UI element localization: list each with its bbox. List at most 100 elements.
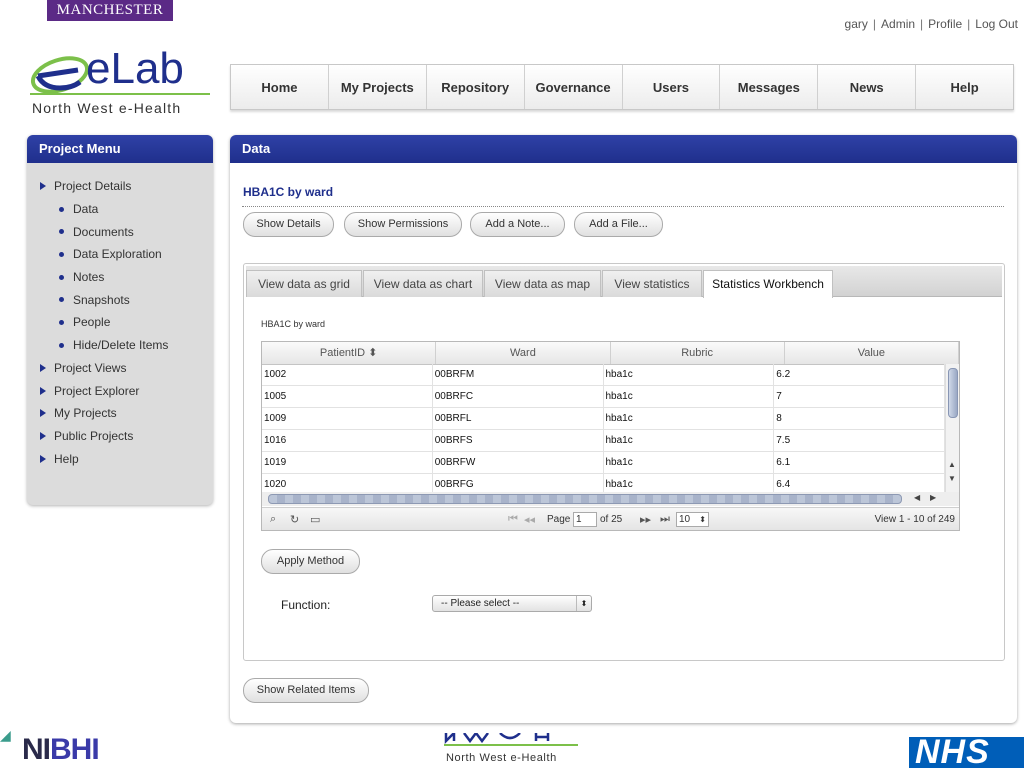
- nav-repository[interactable]: Repository: [427, 65, 525, 109]
- sidebar-item-notes[interactable]: Notes: [27, 266, 213, 289]
- cell-value: 6.1: [774, 452, 945, 473]
- nibhi-logo: NIBHI: [22, 733, 100, 767]
- function-select-value: -- Please select --: [441, 598, 520, 609]
- nav-messages[interactable]: Messages: [720, 65, 819, 109]
- scroll-down-icon[interactable]: ▼: [948, 474, 956, 483]
- column-header-ward[interactable]: Ward: [436, 342, 611, 364]
- nav-my-projects[interactable]: My Projects: [329, 65, 427, 109]
- scroll-left-icon[interactable]: ◀: [914, 493, 920, 502]
- cell-ward: 00BRFM: [433, 364, 604, 385]
- item-title: HBA1C by ward: [243, 185, 334, 199]
- tab-view-data-as-map[interactable]: View data as map: [484, 270, 601, 297]
- admin-link[interactable]: Admin: [881, 17, 915, 31]
- sidebar-item-my-projects[interactable]: My Projects: [27, 402, 213, 425]
- nav-governance[interactable]: Governance: [525, 65, 623, 109]
- column-header-patientid[interactable]: PatientID ⬍: [262, 342, 437, 364]
- cell-ward: 00BRFW: [433, 452, 604, 473]
- sidebar-item-label: Notes: [73, 270, 105, 285]
- last-page-icon[interactable]: ⏭: [660, 513, 670, 526]
- sidebar-item-snapshots[interactable]: Snapshots: [27, 288, 213, 311]
- sidebar-item-project-explorer[interactable]: Project Explorer: [27, 379, 213, 402]
- rows-per-page-value: 10: [679, 514, 691, 525]
- sidebar-item-project-views[interactable]: Project Views: [27, 357, 213, 380]
- sidebar-item-label: Documents: [73, 224, 134, 239]
- nwe-logo-text: North West e-Health: [446, 752, 557, 764]
- show-permissions-button[interactable]: Show Permissions: [344, 212, 462, 237]
- cell-rubric: hba1c: [604, 364, 775, 385]
- nwe-logo-mark: [444, 733, 578, 746]
- column-header-rubric[interactable]: Rubric: [611, 342, 785, 364]
- apply-method-button[interactable]: Apply Method: [261, 549, 360, 574]
- cell-rubric: hba1c: [604, 386, 775, 407]
- cell-ward: 00BRFS: [433, 430, 604, 451]
- table-row[interactable]: 1005 00BRFC hba1c 7: [262, 386, 945, 408]
- nav-home[interactable]: Home: [231, 65, 329, 109]
- profile-link[interactable]: Profile: [928, 17, 962, 31]
- refresh-icon[interactable]: ↻: [290, 513, 299, 526]
- next-page-icon[interactable]: ▸▸: [640, 513, 651, 526]
- table-row[interactable]: 1019 00BRFW hba1c 6.1: [262, 452, 945, 474]
- sidebar-item-documents[interactable]: Documents: [27, 220, 213, 243]
- view-record-count: View 1 - 10 of 249: [874, 514, 955, 525]
- first-page-icon[interactable]: ⏮: [508, 513, 518, 526]
- logout-link[interactable]: Log Out: [975, 17, 1018, 31]
- sidebar-item-label: Help: [54, 451, 79, 466]
- cell-value: 7: [774, 386, 945, 407]
- nav-news[interactable]: News: [818, 65, 917, 109]
- data-grid: PatientID ⬍ Ward Rubric Value 1002 00BRFM…: [261, 341, 960, 531]
- divider: [242, 206, 1004, 207]
- grid-horizontal-scrollbar[interactable]: ◀ ▶: [262, 492, 959, 506]
- tab-statistics-workbench[interactable]: Statistics Workbench: [703, 270, 833, 298]
- select-arrows-icon: ⬍: [576, 596, 591, 611]
- tab-view-data-as-grid[interactable]: View data as grid: [246, 270, 362, 297]
- cell-rubric: hba1c: [604, 408, 775, 429]
- cell-patientid: 1005: [262, 386, 433, 407]
- grid-vertical-scrollbar[interactable]: ▲ ▼: [945, 364, 959, 492]
- sidebar-item-people[interactable]: People: [27, 311, 213, 334]
- horizontal-scroll-thumb[interactable]: [268, 494, 902, 504]
- main-navigation: Home My Projects Repository Governance U…: [230, 64, 1014, 110]
- nav-users[interactable]: Users: [623, 65, 721, 109]
- user-name-link[interactable]: gary: [845, 17, 868, 31]
- show-related-items-button[interactable]: Show Related Items: [243, 678, 369, 703]
- sidebar-item-help[interactable]: Help: [27, 447, 213, 470]
- sidebar-item-project-details[interactable]: Project Details: [27, 175, 213, 198]
- sidebar-item-hide-delete-items[interactable]: Hide/Delete Items: [27, 334, 213, 357]
- table-row[interactable]: 1002 00BRFM hba1c 6.2: [262, 364, 945, 386]
- project-menu-title: Project Menu: [27, 135, 213, 163]
- cell-rubric: hba1c: [604, 452, 775, 473]
- cell-ward: 00BRFL: [433, 408, 604, 429]
- nibhi-logo-prefix: NI: [22, 733, 51, 766]
- sidebar-item-data[interactable]: Data: [27, 198, 213, 221]
- elab-logo-text: eLab: [86, 44, 184, 93]
- cell-patientid: 1019: [262, 452, 433, 473]
- sidebar-item-label: Hide/Delete Items: [73, 338, 169, 353]
- columns-icon[interactable]: ▭: [310, 513, 320, 526]
- rows-per-page-select[interactable]: 10 ⬍: [676, 512, 709, 527]
- sidebar-item-label: Public Projects: [54, 428, 134, 443]
- sidebar-item-data-exploration[interactable]: Data Exploration: [27, 243, 213, 266]
- add-file-button[interactable]: Add a File...: [574, 212, 663, 237]
- tab-view-statistics[interactable]: View statistics: [602, 270, 702, 297]
- add-note-button[interactable]: Add a Note...: [470, 212, 565, 237]
- show-details-button[interactable]: Show Details: [243, 212, 334, 237]
- scroll-up-icon[interactable]: ▲: [948, 460, 956, 469]
- table-row[interactable]: 1016 00BRFS hba1c 7.5: [262, 430, 945, 452]
- data-panel: Data HBA1C by ward Show Details Show Per…: [230, 135, 1017, 723]
- triangle-right-icon: [40, 182, 46, 191]
- table-row[interactable]: 1009 00BRFL hba1c 8: [262, 408, 945, 430]
- sidebar-item-label: Snapshots: [73, 292, 130, 307]
- nibhi-logo-suffix: BHI: [50, 733, 100, 766]
- nav-help[interactable]: Help: [916, 65, 1013, 109]
- prev-page-icon[interactable]: ◂◂: [524, 513, 535, 526]
- vertical-scroll-thumb[interactable]: [948, 368, 958, 418]
- elab-subtitle: North West e-Health: [32, 100, 182, 116]
- scroll-right-icon[interactable]: ▶: [930, 493, 936, 502]
- column-header-value[interactable]: Value: [785, 342, 959, 364]
- tab-view-data-as-chart[interactable]: View data as chart: [363, 270, 483, 297]
- page-number-input[interactable]: 1: [573, 512, 597, 527]
- sidebar-item-label: People: [73, 315, 111, 330]
- sidebar-item-public-projects[interactable]: Public Projects: [27, 425, 213, 448]
- function-select[interactable]: -- Please select -- ⬍: [432, 595, 592, 612]
- search-icon[interactable]: ⌕: [270, 513, 276, 526]
